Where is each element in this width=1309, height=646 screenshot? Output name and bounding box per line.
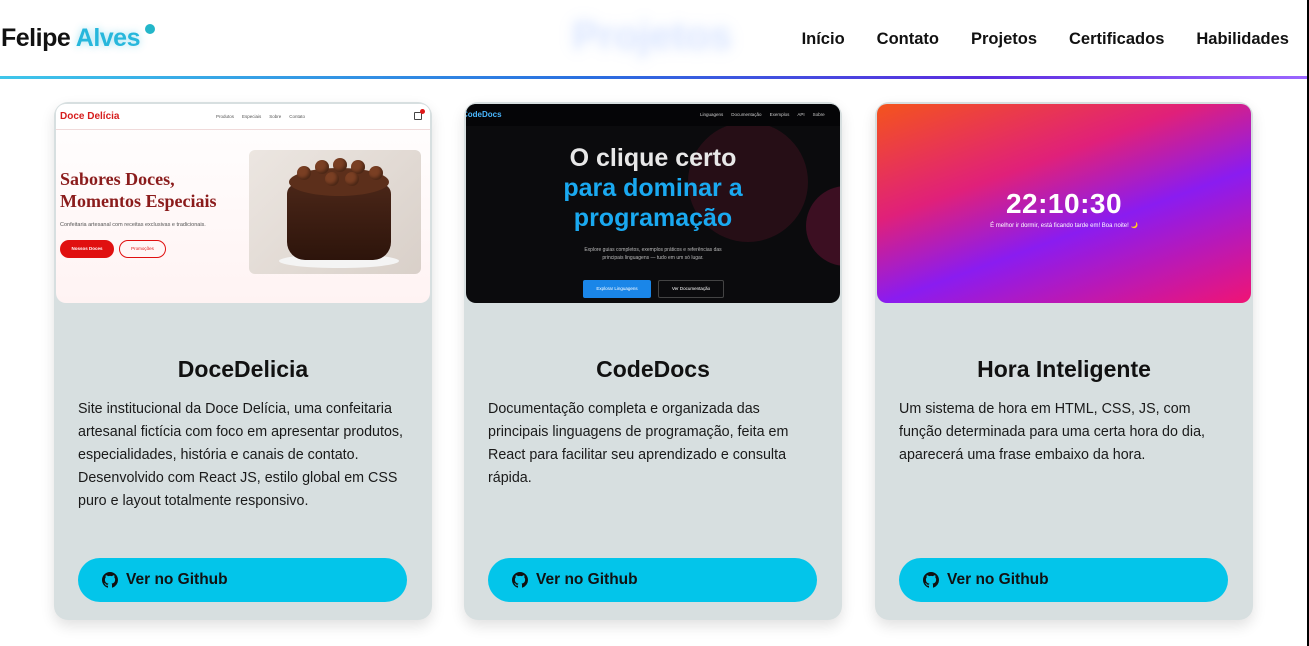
project-preview-image: CodeDocs Linguagens Documentação Exemplo… bbox=[466, 104, 840, 303]
preview-links: Linguagens Documentação Exemplos API Sob… bbox=[700, 112, 825, 117]
project-card-docedelicia: Doce Delícia Produtos Especiais Sobre Co… bbox=[54, 102, 432, 620]
header-gradient-divider bbox=[0, 76, 1307, 79]
project-title: DoceDelicia bbox=[177, 356, 309, 382]
preview-link: Contato bbox=[289, 114, 306, 119]
preview-brand: Doce Delícia bbox=[60, 111, 120, 122]
logo-dot-icon bbox=[145, 24, 155, 34]
preview-headline-line: para dominar a bbox=[563, 174, 743, 202]
preview-link: Sobre bbox=[269, 114, 282, 119]
cake-swirl bbox=[315, 160, 329, 174]
preview-subtitle: Explore guias completos, exemplos prátic… bbox=[466, 246, 840, 262]
cake-swirl bbox=[325, 172, 339, 186]
project-title: CodeDocs bbox=[596, 356, 710, 382]
preview-navbar: CodeDocs Linguagens Documentação Exemplo… bbox=[466, 104, 840, 126]
preview-subtitle-line: principais linguagens — tudo em um só lu… bbox=[602, 255, 704, 261]
preview-headline-line: Sabores Doces, bbox=[60, 169, 175, 189]
preview-primary-button: Nossos Doces bbox=[60, 240, 114, 258]
github-button-label: Ver no Github bbox=[947, 571, 1049, 588]
preview-link: Especiais bbox=[242, 114, 262, 119]
preview-headline-line: programação bbox=[573, 204, 733, 232]
github-icon bbox=[512, 572, 528, 588]
github-button[interactable]: Ver no Github bbox=[899, 558, 1228, 602]
preview-secondary-button: Promoções bbox=[119, 240, 166, 258]
project-card-hora-inteligente: 22:10:30 É melhor ir dormir, está ficand… bbox=[875, 102, 1253, 620]
preview-link: Documentação bbox=[731, 112, 762, 117]
preview-primary-button: Explorar Linguagens bbox=[583, 280, 651, 298]
cake-swirl bbox=[345, 172, 359, 186]
nav-contato[interactable]: Contato bbox=[877, 30, 939, 49]
nav-inicio[interactable]: Início bbox=[802, 30, 845, 49]
project-title: Hora Inteligente bbox=[977, 356, 1151, 382]
github-button-label: Ver no Github bbox=[126, 571, 228, 588]
preview-clock-time: 22:10:30 bbox=[1005, 188, 1123, 219]
project-card-codedocs: CodeDocs Linguagens Documentação Exemplo… bbox=[464, 102, 842, 620]
github-button[interactable]: Ver no Github bbox=[78, 558, 407, 602]
section-title-ghost: Projetos bbox=[572, 14, 733, 58]
project-preview-image: Doce Delícia Produtos Especiais Sobre Co… bbox=[56, 104, 430, 303]
preview-navbar: Doce Delícia Produtos Especiais Sobre Co… bbox=[56, 104, 430, 130]
nav-certificados[interactable]: Certificados bbox=[1069, 30, 1164, 49]
github-button[interactable]: Ver no Github bbox=[488, 558, 817, 602]
nav-projetos[interactable]: Projetos bbox=[971, 30, 1037, 49]
cake-photo bbox=[249, 150, 421, 274]
preview-subtitle: Confeitaria artesanal com receitas exclu… bbox=[60, 222, 206, 228]
nav-habilidades[interactable]: Habilidades bbox=[1196, 30, 1289, 49]
logo-first-name: Felipe bbox=[1, 24, 71, 52]
preview-link: Linguagens bbox=[700, 112, 724, 117]
preview-clock-message: É melhor ir dormir, está ficando tarde e… bbox=[990, 223, 1138, 229]
preview-subtitle-line: Explore guias completos, exemplos prátic… bbox=[584, 247, 722, 253]
cake-swirl bbox=[333, 158, 347, 172]
preview-link: Sobre bbox=[812, 112, 825, 117]
preview-headline-line: O clique certo bbox=[569, 144, 737, 172]
project-description: Site institucional da Doce Delícia, uma … bbox=[78, 401, 404, 509]
preview-link: Exemplos bbox=[769, 112, 790, 117]
preview-brand: CodeDocs bbox=[466, 110, 502, 119]
preview-link: Produtos bbox=[216, 114, 235, 119]
cart-icon bbox=[414, 109, 425, 120]
project-description: Documentação completa e organizada das p… bbox=[488, 401, 789, 486]
site-header: Felipe Alves Projetos Início Contato Pro… bbox=[0, 0, 1307, 79]
preview-headline: Sabores Doces, Momentos Especiais bbox=[60, 168, 217, 212]
logo-last-name: Alves bbox=[75, 24, 141, 52]
preview-headline-line: Momentos Especiais bbox=[60, 191, 217, 211]
preview-link: API bbox=[797, 112, 805, 117]
page: Felipe Alves Projetos Início Contato Pro… bbox=[0, 0, 1309, 646]
preview-links: Produtos Especiais Sobre Contato bbox=[216, 114, 305, 119]
github-button-label: Ver no Github bbox=[536, 571, 638, 588]
project-description: Um sistema de hora em HTML, CSS, JS, com… bbox=[899, 401, 1205, 463]
github-icon bbox=[102, 572, 118, 588]
preview-secondary-button: Ver Documentação bbox=[658, 280, 724, 298]
github-icon bbox=[923, 572, 939, 588]
project-preview-image: 22:10:30 É melhor ir dormir, está ficand… bbox=[877, 104, 1251, 303]
cake-swirl bbox=[297, 166, 311, 180]
cake-swirl bbox=[369, 166, 383, 180]
site-logo[interactable]: Felipe Alves bbox=[1, 24, 155, 53]
main-nav: Início Contato Projetos Certificados Hab… bbox=[802, 30, 1289, 49]
